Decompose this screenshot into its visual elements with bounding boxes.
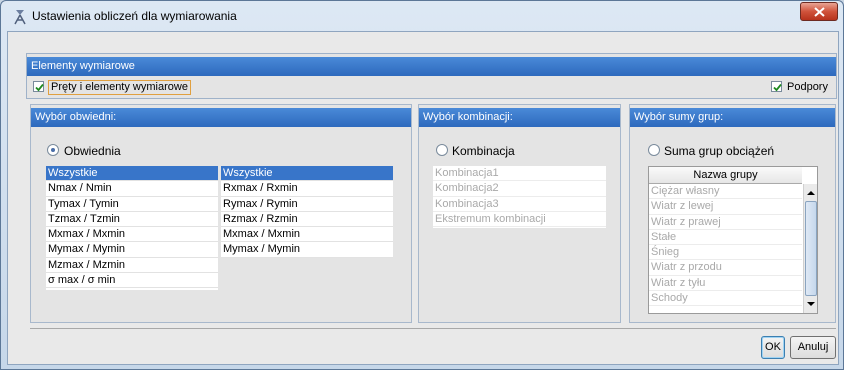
combination-radio-label[interactable]: Kombinacja — [452, 144, 515, 158]
list-item[interactable]: Ekstremum kombinacji — [433, 212, 606, 228]
ok-button[interactable]: OK — [761, 336, 785, 359]
elements-header: Elementy wymiarowe — [27, 57, 836, 76]
groups-scrollbar[interactable] — [803, 184, 817, 313]
scroll-thumb[interactable] — [805, 201, 817, 296]
list-item[interactable]: σ max / σ min — [46, 273, 218, 289]
list-item[interactable]: Kombinacja2 — [433, 181, 606, 197]
envelope-radio[interactable] — [47, 144, 59, 156]
checkmark-icon — [35, 83, 44, 92]
app-icon — [14, 10, 26, 25]
list-item[interactable]: Tymax / Tymin — [46, 197, 218, 212]
bars-checkbox-label[interactable]: Pręty i elementy wymiarowe — [48, 80, 191, 95]
close-button[interactable] — [800, 2, 838, 21]
list-item[interactable]: Mymax / Mymin — [221, 242, 393, 258]
supports-checkbox-label[interactable]: Podpory — [787, 81, 828, 93]
table-row[interactable]: Wiatr z przodu — [649, 260, 802, 276]
scroll-down-icon[interactable] — [804, 297, 818, 311]
checkmark-icon — [773, 83, 782, 92]
window-title: Ustawienia obliczeń dla wymiarowania — [32, 9, 237, 23]
envelope-header: Wybór obwiedni: — [31, 108, 411, 127]
groups-header: Wybór sumy grup: — [630, 108, 835, 127]
table-row[interactable]: Wiatr z tyłu — [649, 276, 802, 292]
column-header[interactable]: Nazwa grupy — [649, 167, 802, 184]
list-item[interactable]: Tzmax / Tzmin — [46, 212, 218, 228]
envelope-list-supports[interactable]: Wszystkie Rxmax / Rxmin Rymax / Rymin Rz… — [221, 166, 393, 258]
groups-radio-label[interactable]: Suma grup obciążeń — [664, 144, 774, 158]
list-item[interactable]: Nmax / Nmin — [46, 181, 218, 197]
list-item[interactable]: Mymax / Mymin — [46, 242, 218, 258]
list-item[interactable]: Kombinacja1 — [433, 166, 606, 182]
envelope-list-bars[interactable]: Wszystkie Nmax / Nmin Tymax / Tymin Tzma… — [46, 166, 218, 290]
close-icon — [814, 7, 825, 17]
scroll-up-icon[interactable] — [804, 186, 818, 200]
list-item[interactable]: Wszystkie — [46, 166, 218, 182]
bars-checkbox[interactable] — [33, 81, 44, 92]
cancel-button[interactable]: Anuluj — [790, 336, 836, 359]
table-row[interactable]: Stałe — [649, 230, 802, 246]
table-row[interactable]: Wiatr z prawej — [649, 215, 802, 230]
list-item[interactable]: Rymax / Rymin — [221, 197, 393, 212]
divider — [30, 328, 836, 329]
envelope-radio-label[interactable]: Obwiednia — [64, 144, 121, 158]
groups-table[interactable]: Nazwa grupy Ciężar własny Wiatr z lewej … — [648, 166, 818, 314]
list-item[interactable]: Mzmax / Mzmin — [46, 258, 218, 274]
combination-radio[interactable] — [436, 144, 448, 156]
list-item[interactable]: Wszystkie — [221, 166, 393, 182]
combination-list[interactable]: Kombinacja1 Kombinacja2 Kombinacja3 Ekst… — [433, 166, 606, 228]
title-bar[interactable]: Ustawienia obliczeń dla wymiarowania — [1, 1, 843, 31]
table-row[interactable]: Śnieg — [649, 245, 802, 261]
table-row[interactable]: Ciężar własny — [649, 184, 802, 200]
list-item[interactable]: Rxmax / Rxmin — [221, 181, 393, 197]
list-item[interactable]: Rzmax / Rzmin — [221, 212, 393, 228]
combination-header: Wybór kombinacji: — [419, 108, 620, 127]
table-row[interactable]: Wiatr z lewej — [649, 199, 802, 215]
list-item[interactable]: Kombinacja3 — [433, 197, 606, 212]
groups-radio[interactable] — [648, 144, 660, 156]
supports-checkbox[interactable] — [771, 81, 782, 92]
list-item[interactable]: Mxmax / Mxmin — [221, 227, 393, 243]
table-row[interactable]: Schody — [649, 291, 802, 307]
dialog-window: Ustawienia obliczeń dla wymiarowania Ele… — [0, 0, 844, 370]
list-item[interactable]: Mxmax / Mxmin — [46, 227, 218, 243]
